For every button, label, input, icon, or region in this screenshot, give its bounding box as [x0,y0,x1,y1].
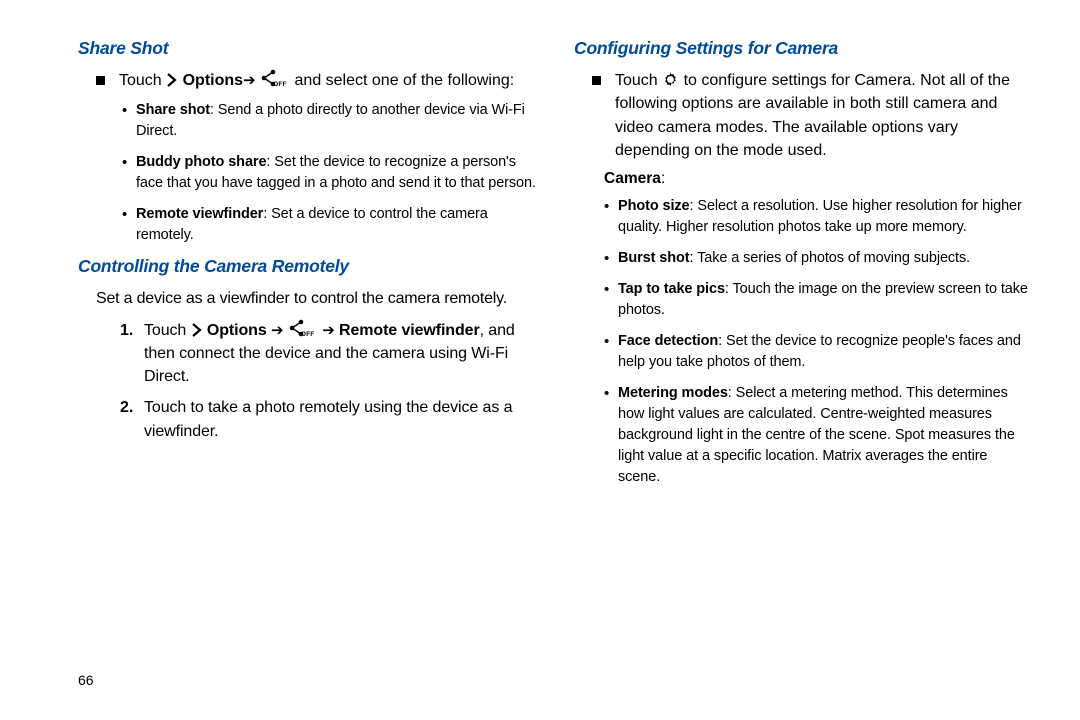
list-item: Burst shot: Take a series of photos of m… [604,248,1032,269]
heading-config: Configuring Settings for Camera [574,38,1032,59]
camera-options-list: Photo size: Select a resolution. Use hig… [604,196,1032,488]
list-item: Metering modes: Select a metering method… [604,383,1032,488]
chevron-right-icon [191,319,203,342]
share-options-list: Share shot: Send a photo directly to ano… [122,100,536,246]
text-touch: Touch [119,72,166,89]
camera-label: Camera: [604,170,1032,188]
gear-icon [662,69,679,92]
share-off-icon: OFF [260,70,290,90]
options-label: Options [183,72,243,89]
off-label: OFF [301,330,315,339]
arrow-icon: ➔ [322,322,334,339]
text-select: and select one of the following: [295,72,515,89]
list-item: Share shot: Send a photo directly to ano… [122,100,536,142]
arrow-icon: ➔ [243,72,256,89]
list-item: Remote viewfinder: Set a device to contr… [122,204,536,246]
list-item: Photo size: Select a resolution. Use hig… [604,196,1032,238]
left-column: Share Shot Touch Options➔ OFF and select… [78,38,536,700]
steps-list: Touch Options ➔ OFF ➔ Remote viewfinder,… [120,319,536,443]
list-item: Tap to take pics: Touch the image on the… [604,279,1032,321]
ctrl-intro: Set a device as a viewfinder to control … [96,287,536,310]
square-bullet-icon [592,76,601,85]
config-main-item: Touch to configure settings for Camera. … [592,69,1032,162]
chevron-right-icon [166,69,178,92]
arrow-icon: ➔ [271,322,283,339]
off-label: OFF [273,80,287,89]
share-off-icon: OFF [288,320,318,340]
square-bullet-icon [96,76,105,85]
heading-controlling: Controlling the Camera Remotely [78,256,536,277]
step-2: Touch to take a photo remotely using the… [120,396,536,442]
step-1: Touch Options ➔ OFF ➔ Remote viewfinder,… [120,319,536,389]
heading-share-shot: Share Shot [78,38,536,59]
share-shot-main-item: Touch Options➔ OFF and select one of the… [96,69,536,92]
page-number: 66 [78,672,94,688]
manual-page: Share Shot Touch Options➔ OFF and select… [0,0,1080,720]
list-item: Buddy photo share: Set the device to rec… [122,152,536,194]
right-column: Configuring Settings for Camera Touch to… [574,38,1032,700]
list-item: Face detection: Set the device to recogn… [604,331,1032,373]
